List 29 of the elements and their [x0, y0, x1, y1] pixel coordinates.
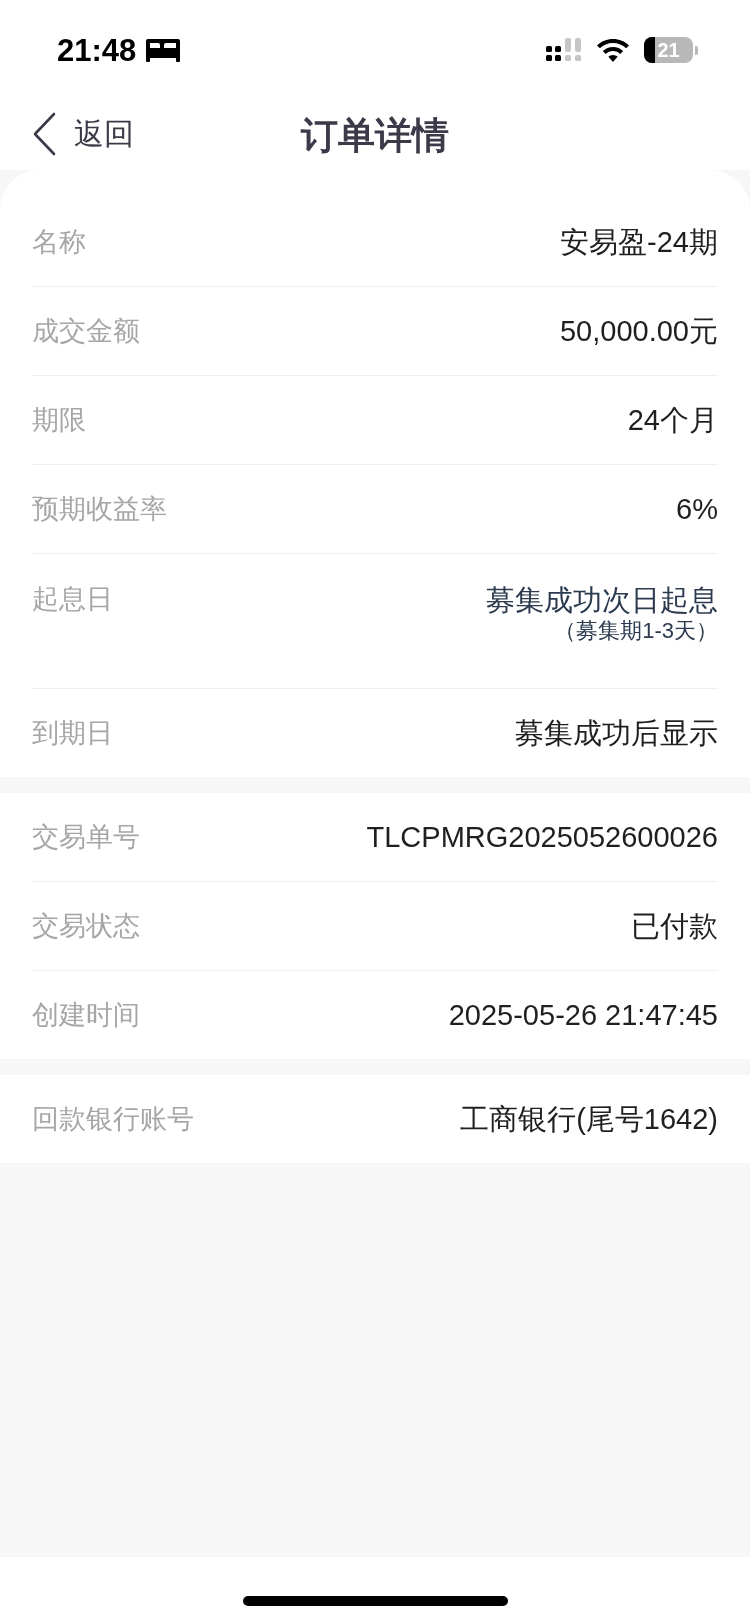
field-value: 募集成功后显示: [515, 716, 718, 751]
field-value: 募集成功次日起息: [486, 583, 718, 618]
bed-icon: [146, 38, 181, 62]
field-label: 创建时间: [32, 999, 140, 1032]
status-time: 21:48: [57, 34, 137, 66]
field-value: 2025-05-26 21:47:45: [448, 998, 718, 1033]
signal-icon: [546, 37, 582, 63]
field-value: 工商银行(尾号1642): [460, 1102, 718, 1137]
back-button[interactable]: 返回: [32, 112, 134, 156]
field-label: 回款银行账号: [32, 1103, 194, 1136]
field-note: （募集期1-3天）: [554, 619, 718, 643]
chevron-left-icon: [32, 112, 56, 156]
field-label: 期限: [32, 404, 86, 437]
battery-indicator: 21: [644, 37, 698, 63]
field-value: 已付款: [631, 909, 718, 944]
wifi-icon: [597, 38, 629, 62]
field-label: 交易单号: [32, 821, 140, 854]
field-label: 名称: [32, 226, 86, 259]
field-label: 成交金额: [32, 315, 140, 348]
field-label: 交易状态: [32, 910, 140, 943]
field-label: 预期收益率: [32, 493, 167, 526]
field-value: 50,000.00元: [560, 314, 718, 349]
field-label: 起息日: [32, 583, 113, 616]
field-label: 到期日: [32, 717, 113, 750]
field-value: 6%: [676, 492, 718, 527]
page-title: 订单详情: [301, 116, 449, 154]
field-value: 安易盈-24期: [560, 225, 718, 260]
field-value: TLCPMRG2025052600026: [366, 820, 718, 855]
field-value: 24个月: [627, 403, 718, 438]
